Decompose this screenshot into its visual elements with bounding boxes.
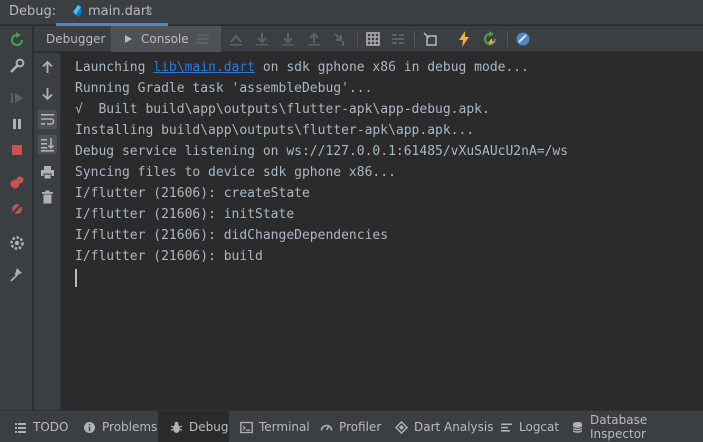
console-line: I/flutter (21606): initState	[75, 207, 295, 222]
hot-reload-icon[interactable]	[455, 30, 473, 48]
tool-window-bar: TODO Problems Debug Terminal Profiler Da…	[0, 410, 703, 442]
info-icon	[84, 421, 95, 433]
rerun-icon[interactable]	[8, 31, 26, 49]
database-icon	[572, 421, 583, 433]
show-execution-point-icon[interactable]	[227, 30, 245, 48]
wrench-icon[interactable]	[8, 57, 26, 75]
step-into-icon[interactable]	[279, 30, 297, 48]
hot-restart-icon[interactable]	[481, 30, 499, 48]
print-icon[interactable]	[38, 163, 57, 182]
stop-icon[interactable]	[8, 141, 26, 159]
tool-tab-label: Profiler	[339, 420, 382, 434]
toolbar-separator	[507, 31, 508, 47]
tab-main-dart[interactable]: main.dart ×	[56, 0, 168, 26]
tool-tab-debug[interactable]: Debug	[158, 411, 229, 442]
tool-tab-profiler[interactable]: Profiler	[320, 411, 381, 442]
tool-tab-label: Problems	[102, 420, 158, 434]
debug-tab-bar: Debug: main.dart ×	[0, 0, 703, 26]
terminal-icon	[240, 421, 253, 433]
toolbar-separator	[414, 31, 415, 47]
down-arrow-icon[interactable]	[38, 84, 57, 103]
step-over-icon[interactable]	[253, 30, 271, 48]
tool-tab-label: Logcat	[519, 420, 560, 434]
console-icon	[125, 35, 132, 43]
tab-debugger[interactable]: Debugger	[34, 26, 108, 52]
pin-icon[interactable]	[8, 266, 26, 284]
toolbar-separator	[357, 31, 358, 47]
tool-tab-label: TODO	[33, 420, 69, 434]
logcat-icon	[501, 423, 512, 432]
clear-all-trash-icon[interactable]	[38, 188, 57, 207]
drop-frame-icon[interactable]	[421, 30, 439, 48]
tool-tab-dart-analysis[interactable]: Dart Analysis	[395, 411, 494, 442]
tab-debugger-label: Debugger	[46, 32, 106, 46]
tool-tab-problems[interactable]: Problems	[83, 411, 157, 442]
dart-icon	[395, 420, 408, 434]
layout-icon[interactable]	[194, 30, 212, 48]
tab-console-label: Console	[141, 32, 189, 46]
gauge-icon	[320, 424, 333, 431]
pause-icon[interactable]	[8, 115, 26, 133]
debug-toolbar: Debugger Console	[34, 26, 703, 52]
settings-gear-icon[interactable]	[8, 234, 26, 252]
file-link[interactable]: lib\main.dart	[153, 60, 255, 75]
tool-tab-label: Database Inspector	[590, 413, 648, 441]
list-icon	[15, 422, 26, 433]
dart-file-icon	[73, 5, 82, 17]
trace-current-stream-icon[interactable]	[389, 30, 407, 48]
console-line: Syncing files to device sdk gphone x86..…	[75, 165, 396, 180]
console-line: I/flutter (21606): didChangeDependencies	[75, 228, 389, 243]
step-out-icon[interactable]	[305, 30, 323, 48]
resume-icon[interactable]	[8, 89, 26, 107]
console-line: I/flutter (21606): createState	[75, 186, 310, 201]
console-line: Installing build\app\outputs\flutter-apk…	[75, 123, 475, 138]
console-actions-rail	[34, 53, 61, 410]
console-line: Debug service listening on ws://127.0.0.…	[75, 144, 569, 159]
tool-tab-label: Debug	[189, 420, 229, 434]
devtools-icon[interactable]	[514, 30, 532, 48]
debug-label: Debug:	[9, 4, 57, 19]
tab-label: main.dart	[88, 4, 152, 19]
bug-icon	[170, 421, 183, 433]
console-line: Launching lib\main.dart on sdk gphone x8…	[75, 60, 529, 75]
tool-tab-database-inspector[interactable]: Database Inspector	[571, 411, 703, 442]
toolbar-separator	[220, 31, 221, 47]
tool-tab-terminal[interactable]: Terminal	[240, 411, 310, 442]
tool-tab-label: Dart Analysis	[414, 420, 494, 434]
run-to-cursor-icon[interactable]	[331, 30, 349, 48]
mute-breakpoints-icon[interactable]	[8, 200, 26, 218]
close-tab-icon[interactable]: ×	[144, 4, 154, 18]
up-arrow-icon[interactable]	[38, 58, 57, 77]
console-output[interactable]: Launching lib\main.dart on sdk gphone x8…	[62, 53, 703, 410]
tool-tab-label: Terminal	[259, 420, 310, 434]
debug-actions-rail	[0, 26, 33, 410]
console-line: Running Gradle task 'assembleDebug'...	[75, 81, 373, 96]
soft-wrap-icon[interactable]	[38, 110, 57, 129]
view-breakpoints-icon[interactable]	[8, 174, 26, 192]
scroll-to-end-icon[interactable]	[38, 135, 57, 154]
tool-tab-todo[interactable]: TODO	[14, 411, 68, 442]
console-line: √ Built build\app\outputs\flutter-apk\ap…	[75, 102, 490, 117]
console-line: I/flutter (21606): build	[75, 249, 263, 264]
text-caret	[75, 269, 77, 287]
evaluate-expression-icon[interactable]	[364, 30, 382, 48]
tool-tab-logcat[interactable]: Logcat	[500, 411, 559, 442]
